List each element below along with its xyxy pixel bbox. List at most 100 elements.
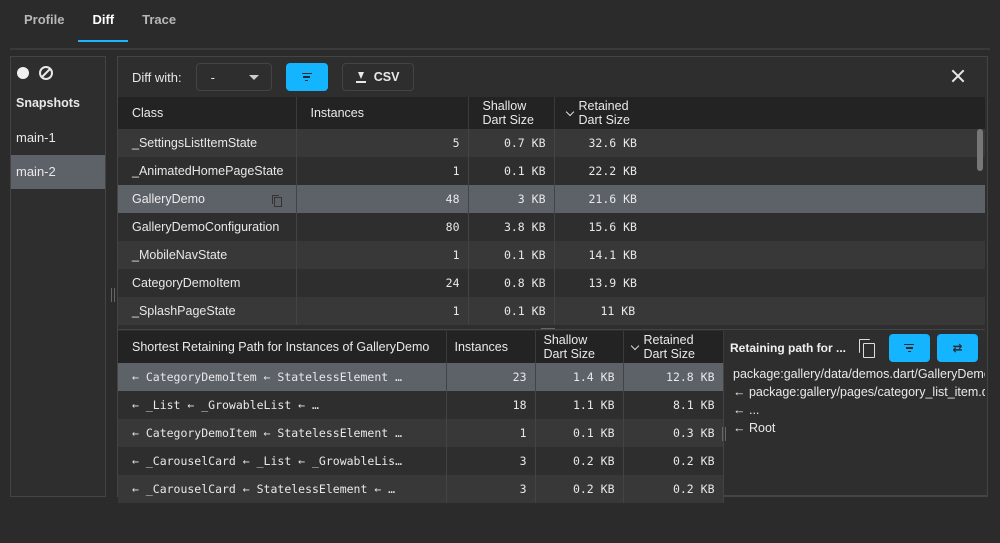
- filter-button[interactable]: [285, 63, 328, 91]
- header-retained-size[interactable]: Retained Dart Size: [623, 331, 724, 363]
- retained-size: 8.1 KB: [623, 391, 724, 419]
- header-path[interactable]: Shortest Retaining Path for Instances of…: [118, 331, 447, 363]
- retained-size: 21.6 KB: [554, 185, 985, 213]
- instances: 1: [446, 419, 536, 447]
- retained-size: 11 KB: [554, 297, 985, 325]
- path-row[interactable]: ← _List ← _GrowableList ← … 18 1.1 KB 8.…: [118, 391, 724, 419]
- instances: 23: [446, 363, 536, 391]
- shallow-size: 3 KB: [468, 185, 555, 213]
- path-line: package:gallery/data/demos.dart/GalleryD…: [733, 367, 985, 381]
- class-row-selected[interactable]: GalleryDemo 48 3 KB 21.6 KB: [118, 185, 985, 213]
- class-table-scrollbar[interactable]: [977, 129, 983, 171]
- header-class[interactable]: Class: [118, 97, 297, 129]
- class-name: GalleryDemo: [132, 192, 205, 206]
- instances: 80: [296, 213, 469, 241]
- class-table: Class Instances Shallow Dart Size Retaine…: [118, 97, 985, 325]
- csv-export-button[interactable]: CSV: [341, 63, 414, 91]
- download-icon: [355, 71, 366, 83]
- class-name: _MobileNavState: [118, 241, 297, 269]
- path-table: Shortest Retaining Path for Instances of…: [118, 331, 724, 503]
- diff-with-dropdown[interactable]: -: [195, 63, 272, 91]
- shallow-size: 0.1 KB: [468, 157, 555, 185]
- snapshot-controls: [11, 57, 105, 89]
- retaining-path-lines: package:gallery/data/demos.dart/GalleryD…: [730, 365, 985, 437]
- tab-divider: [10, 48, 990, 50]
- shallow-size: 0.1 KB: [468, 241, 555, 269]
- retaining-path-title: Retaining path for ...: [730, 341, 846, 355]
- header-shallow-size[interactable]: Shallow Dart Size: [468, 97, 555, 129]
- snapshots-sidebar: Snapshots main-1 main-2: [10, 56, 106, 497]
- path-row[interactable]: ← CategoryDemoItem ← StatelessElement … …: [118, 419, 724, 447]
- path-line: ← package:gallery/pages/category_list_it…: [733, 385, 985, 399]
- diff-with-value: -: [210, 69, 215, 85]
- path-splitter-handle[interactable]: [722, 427, 726, 441]
- shallow-size: 0.2 KB: [535, 475, 624, 503]
- diff-with-label: Diff with:: [132, 69, 182, 85]
- retaining-path: ← _List ← _GrowableList ← …: [118, 391, 447, 419]
- snapshot-item-main-2[interactable]: main-2: [11, 155, 105, 189]
- class-row[interactable]: GalleryDemoConfiguration 80 3.8 KB 15.6 …: [118, 213, 985, 241]
- filter-icon: [301, 72, 312, 82]
- path-row[interactable]: ← _CarouselCard ← StatelessElement ← … 3…: [118, 475, 724, 503]
- instances: 1: [296, 241, 469, 269]
- retaining-path-header: Retaining path for ... ⇄: [730, 331, 985, 365]
- retained-size: 15.6 KB: [554, 213, 985, 241]
- instances: 1: [296, 297, 469, 325]
- copy-icon[interactable]: [271, 195, 282, 207]
- retaining-path: ← CategoryDemoItem ← StatelessElement …: [118, 419, 447, 447]
- class-name: _SettingsListItemState: [118, 129, 297, 157]
- close-icon[interactable]: [949, 67, 967, 85]
- class-name: CategoryDemoItem: [118, 269, 297, 297]
- shallow-size: 0.8 KB: [468, 269, 555, 297]
- instances: 18: [446, 391, 536, 419]
- tab-profile[interactable]: Profile: [10, 0, 78, 42]
- class-row[interactable]: _AnimatedHomePageState 1 0.1 KB 22.2 KB: [118, 157, 985, 185]
- class-row[interactable]: _MobileNavState 1 0.1 KB 14.1 KB: [118, 241, 985, 269]
- class-row[interactable]: _SettingsListItemState 5 0.7 KB 32.6 KB: [118, 129, 985, 157]
- path-filter-button[interactable]: [888, 334, 930, 362]
- class-name: _AnimatedHomePageState: [118, 157, 297, 185]
- shallow-size: 0.1 KB: [535, 419, 624, 447]
- clear-icon[interactable]: [39, 66, 53, 80]
- class-name: _SplashPageState: [118, 297, 297, 325]
- instances: 5: [296, 129, 469, 157]
- snapshot-item-main-1[interactable]: main-1: [11, 121, 105, 155]
- shallow-size: 0.1 KB: [468, 297, 555, 325]
- sort-descending-icon: [565, 107, 574, 116]
- swap-icon: ⇄: [952, 341, 963, 355]
- path-swap-button[interactable]: ⇄: [936, 334, 979, 362]
- header-shallow-size[interactable]: Shallow Dart Size: [535, 331, 624, 363]
- record-icon[interactable]: [17, 67, 29, 79]
- class-row[interactable]: _SplashPageState 1 0.1 KB 11 KB: [118, 297, 985, 325]
- sort-descending-icon: [630, 341, 639, 350]
- shallow-size: 3.8 KB: [468, 213, 555, 241]
- header-retained-size[interactable]: Retained Dart Size: [554, 97, 985, 129]
- instances: 3: [446, 447, 536, 475]
- shallow-size: 0.2 KB: [535, 447, 624, 475]
- retained-size: 14.1 KB: [554, 241, 985, 269]
- shallow-size: 1.1 KB: [535, 391, 624, 419]
- class-row[interactable]: CategoryDemoItem 24 0.8 KB 13.9 KB: [118, 269, 985, 297]
- path-line: ← Root: [733, 421, 776, 435]
- instances: 48: [296, 185, 469, 213]
- retained-size: 0.2 KB: [623, 447, 724, 475]
- tab-bar: Profile Diff Trace: [10, 0, 190, 42]
- retained-size: 22.2 KB: [554, 157, 985, 185]
- retained-size: 13.9 KB: [554, 269, 985, 297]
- sidebar-splitter-handle[interactable]: [111, 288, 115, 302]
- shallow-size: 0.7 KB: [468, 129, 555, 157]
- class-name-cell: GalleryDemo: [118, 185, 297, 213]
- instances: 3: [446, 475, 536, 503]
- retaining-path-panel: Retaining path for ... ⇄ package:gallery…: [730, 331, 985, 491]
- path-row[interactable]: ← _CarouselCard ← _List ← _GrowableLis… …: [118, 447, 724, 475]
- header-instances[interactable]: Instances: [296, 97, 469, 129]
- tab-trace[interactable]: Trace: [128, 0, 190, 42]
- retaining-path: ← CategoryDemoItem ← StatelessElement …: [118, 363, 447, 391]
- header-instances[interactable]: Instances: [446, 331, 536, 363]
- snapshots-title: Snapshots: [16, 96, 80, 110]
- path-row-selected[interactable]: ← CategoryDemoItem ← StatelessElement … …: [118, 363, 724, 391]
- retaining-path: ← _CarouselCard ← StatelessElement ← …: [118, 475, 447, 503]
- tab-diff[interactable]: Diff: [78, 0, 128, 42]
- copy-icon[interactable]: [859, 339, 875, 358]
- class-table-container: Class Instances Shallow Dart Size Retaine…: [118, 97, 985, 329]
